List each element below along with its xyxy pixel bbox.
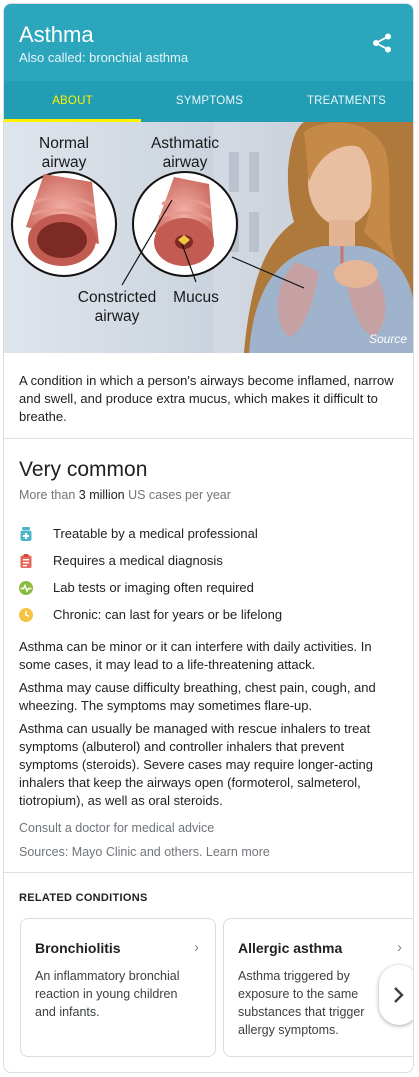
normal-airway-label: Normal airway xyxy=(39,135,89,171)
prevalence-headline: Very common xyxy=(19,458,148,481)
related-card-title: Bronchiolitis xyxy=(35,940,121,956)
symptoms-paragraph: Asthma may cause difficulty breathing, c… xyxy=(19,680,376,713)
chevron-right-icon: › xyxy=(397,939,402,956)
overview-paragraph: Asthma can be minor or it can interfere … xyxy=(19,639,372,672)
section-divider xyxy=(4,872,413,873)
related-card-description: An inflammatory bronchial reaction in yo… xyxy=(35,969,180,1019)
related-card-title: Allergic asthma xyxy=(238,940,343,956)
consult-disclaimer: Consult a doctor for medical advice xyxy=(19,821,215,835)
fact-chronic: Chronic: can last for years or be lifelo… xyxy=(19,601,399,628)
clock-icon xyxy=(19,607,33,622)
knowledge-panel-card: Asthma Also called: bronchial asthma ABO… xyxy=(3,3,414,1073)
related-conditions-heading: RELATED CONDITIONS xyxy=(19,892,148,904)
treatment-paragraph: Asthma can usually be managed with rescu… xyxy=(19,721,374,808)
condition-title: Asthma xyxy=(19,22,94,47)
tab-bar: ABOUT SYMPTOMS TREATMENTS xyxy=(4,81,413,122)
prevalence-detail: More than 3 million US cases per year xyxy=(19,488,231,502)
chevron-right-icon xyxy=(394,987,404,1003)
chevron-right-icon: › xyxy=(194,939,199,956)
fact-text: Chronic: can last for years or be lifelo… xyxy=(53,607,283,622)
also-called-text: Also called: bronchial asthma xyxy=(19,50,189,65)
clipboard-icon xyxy=(20,553,32,568)
fact-text: Lab tests or imaging often required xyxy=(53,580,254,595)
source-link[interactable]: Source xyxy=(369,332,407,346)
fact-text: Treatable by a medical professional xyxy=(53,526,258,541)
fact-text: Requires a medical diagnosis xyxy=(53,553,223,568)
carousel-next-button[interactable] xyxy=(379,965,413,1025)
tab-symptoms[interactable]: SYMPTOMS xyxy=(141,81,278,122)
airway-illustration[interactable]: Normal airway Asthmatic airway Constrict… xyxy=(4,122,413,353)
sources-link[interactable]: Sources: Mayo Clinic and others. Learn m… xyxy=(19,845,270,859)
condition-description: A condition in which a person's airways … xyxy=(19,373,394,424)
share-icon[interactable] xyxy=(371,32,393,54)
section-divider xyxy=(4,438,413,439)
mucus-label: Mucus xyxy=(173,289,219,306)
asthmatic-airway-label: Asthmatic airway xyxy=(150,135,220,171)
pulse-icon xyxy=(19,580,33,595)
medicine-bottle-icon xyxy=(20,526,32,541)
fact-diagnosis: Requires a medical diagnosis xyxy=(19,547,399,574)
tab-about[interactable]: ABOUT xyxy=(4,81,141,122)
fact-lab-tests: Lab tests or imaging often required xyxy=(19,574,399,601)
tab-treatments[interactable]: TREATMENTS xyxy=(278,81,413,122)
panel-header: Asthma Also called: bronchial asthma ABO… xyxy=(4,4,413,122)
related-card-bronchiolitis[interactable]: Bronchiolitis › An inflammatory bronchia… xyxy=(20,918,216,1057)
fact-list: Treatable by a medical professional Requ… xyxy=(19,520,399,628)
constricted-airway-label: Constricted airway xyxy=(77,289,157,325)
fact-treatable: Treatable by a medical professional xyxy=(19,520,399,547)
